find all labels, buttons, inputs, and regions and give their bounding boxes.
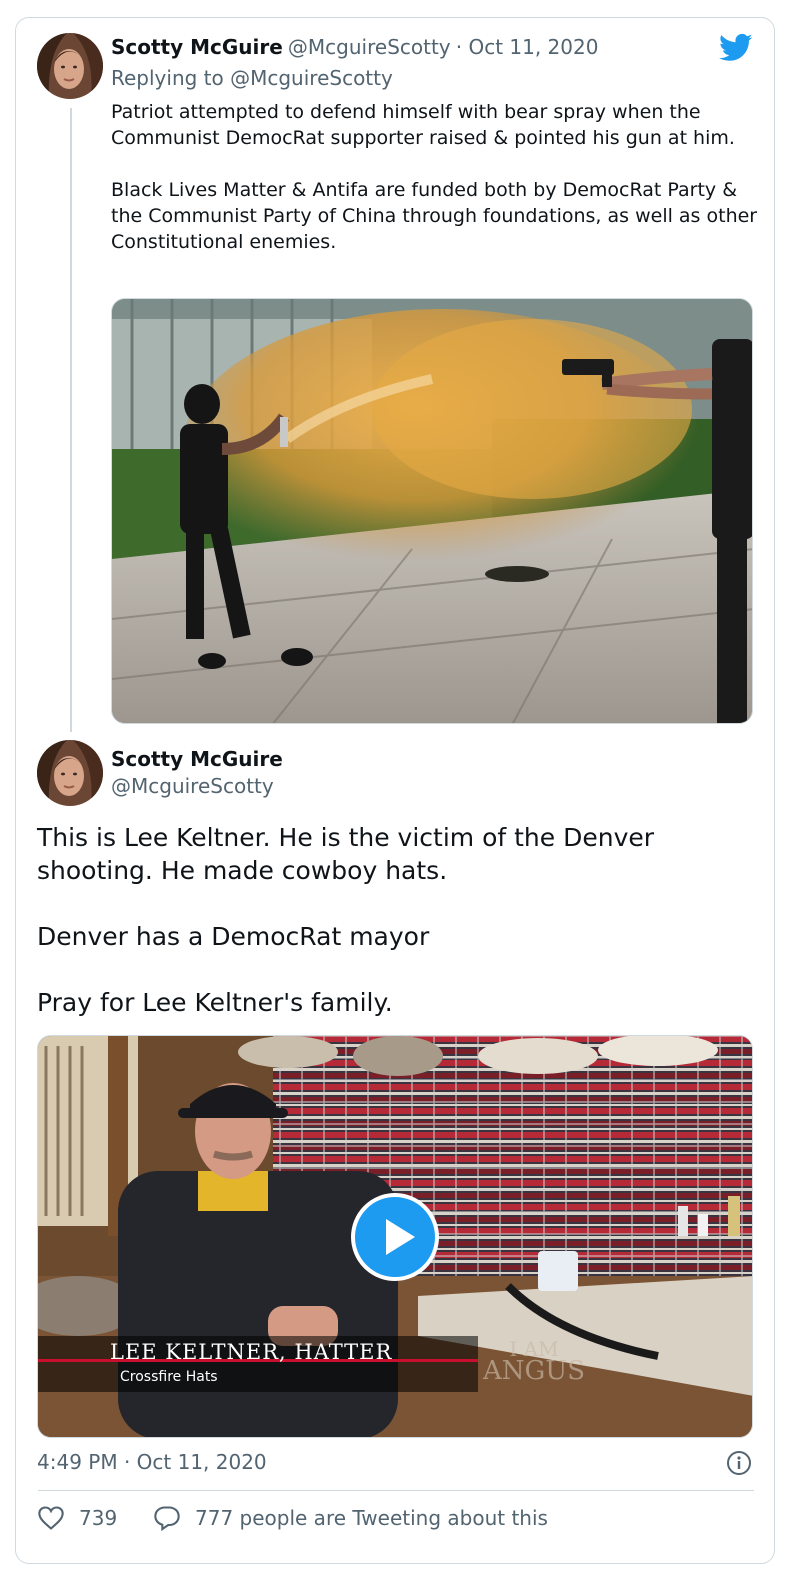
video-caption-subtitle: Crossfire Hats — [120, 1369, 218, 1385]
reply-photo[interactable] — [111, 298, 753, 724]
avatar[interactable] — [37, 33, 103, 99]
info-icon[interactable] — [726, 1450, 752, 1480]
watermark-line-2: ANGUS — [483, 1356, 586, 1386]
author-handle[interactable]: @McguireScotty — [111, 774, 274, 798]
like-action[interactable]: 739 — [37, 1505, 117, 1531]
like-count: 739 — [79, 1506, 118, 1530]
video-watermark: I AM ANGUS — [483, 1338, 586, 1386]
conversation-count: 777 people are Tweeting about this — [195, 1506, 548, 1530]
video-caption-title: LEE KELTNER, HATTER — [110, 1340, 393, 1364]
avatar[interactable] — [37, 740, 103, 806]
reply-tweet-text: Patriot attempted to defend himself with… — [111, 101, 758, 253]
divider — [38, 1490, 754, 1491]
twitter-bird-icon[interactable] — [719, 33, 753, 67]
thread-line — [70, 108, 72, 732]
video-player[interactable]: LEE KELTNER, HATTER Crossfire Hats I AM … — [37, 1035, 753, 1438]
replying-to[interactable]: Replying to @McguireScotty — [111, 66, 393, 90]
heart-icon — [38, 1506, 64, 1530]
author-handle[interactable]: @McguireScotty — [288, 35, 451, 59]
author-name[interactable]: Scotty McGuire — [111, 35, 283, 59]
play-button[interactable] — [351, 1193, 439, 1281]
conversation-action[interactable]: 777 people are Tweeting about this — [153, 1505, 548, 1531]
author-name[interactable]: Scotty McGuire — [111, 747, 283, 771]
comment-icon — [154, 1506, 180, 1531]
bear-spray-photo — [112, 299, 752, 723]
main-tweet-text: This is Lee Keltner. He is the victim of… — [37, 823, 655, 1017]
tweet-timestamp[interactable]: 4:49 PM · Oct 11, 2020 — [37, 1450, 267, 1474]
play-icon — [386, 1219, 415, 1255]
tweet-date[interactable]: · Oct 11, 2020 — [456, 35, 599, 59]
reply-header: Scotty McGuire @McguireScotty · Oct 11, … — [111, 35, 598, 59]
